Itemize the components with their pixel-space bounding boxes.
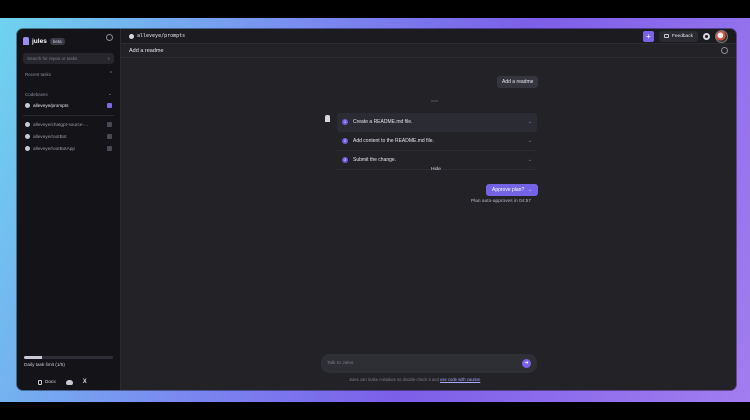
plan-step-1[interactable]: 1 Create a README.md file. ⌄ (337, 113, 537, 132)
jules-logo-icon (23, 37, 29, 45)
avatar[interactable] (715, 29, 728, 43)
repo-count-badge (107, 133, 112, 139)
sidebar-toggle-icon[interactable] (106, 34, 113, 41)
discord-icon[interactable] (65, 379, 73, 385)
brand-name: jules (32, 37, 47, 45)
plan-step-2[interactable]: 2 Add content to the README.md file. ⌄ (337, 132, 537, 151)
codebases-header[interactable]: Codebases ⌄ (23, 90, 114, 98)
sidebar-footer: Docs X (24, 379, 113, 385)
sidebar-repo-prompts[interactable]: alleveye/prompts (23, 100, 114, 110)
step-number: 1 (342, 119, 348, 125)
task-settings-icon[interactable] (721, 47, 728, 54)
daily-limit: Daily task limit (1/5) (24, 356, 113, 367)
brand[interactable]: jules beta (23, 33, 114, 49)
beta-badge: beta (49, 37, 65, 45)
sidebar: jules beta Search for repos or tasks ⌕ R… (17, 29, 121, 390)
docs-link[interactable]: Docs (38, 379, 56, 385)
repo-count-badge (107, 145, 112, 151)
repo-name: alleveye/rootBotApp (33, 145, 75, 151)
approve-plan-button[interactable]: Approve plan? → (486, 184, 539, 196)
top-bar: alleveye/prompts + Feedback (121, 29, 736, 44)
repo-name: alleveye/chatgpt-source-... (33, 121, 88, 127)
send-button[interactable]: ➜ (522, 359, 531, 368)
step-number: 3 (342, 157, 348, 163)
message-timestamp: now (431, 99, 438, 103)
search-input[interactable]: Search for repos or tasks ⌕ (23, 53, 114, 64)
plan-card: 1 Create a README.md file. ⌄ 2 Add conte… (337, 113, 537, 170)
task-title: Add a readme (129, 47, 164, 54)
github-icon (25, 121, 30, 127)
approve-label: Approve plan? (492, 187, 525, 193)
feedback-label: Feedback (671, 33, 693, 39)
chevron-up-icon: ^ (109, 71, 112, 77)
document-icon (38, 379, 42, 385)
sidebar-repo-rootbot[interactable]: alleveye/rootBot (23, 131, 114, 141)
repo-count-badge (107, 102, 112, 108)
task-header: Add a readme (121, 44, 736, 58)
disclaimer: Jules can make mistakes so double-check … (349, 377, 480, 382)
auto-approve-timer: Plan auto-approves in 04:57 (471, 199, 532, 204)
daily-limit-fill (24, 356, 42, 359)
codebases-label: Codebases (25, 91, 48, 97)
arrow-right-icon: → (527, 187, 533, 193)
hide-plan-link[interactable]: Hide (431, 167, 441, 172)
github-icon (25, 133, 30, 139)
step-text: Submit the change. (353, 157, 397, 163)
user-message: Add a readme (497, 76, 539, 88)
chevron-down-icon: ⌄ (527, 157, 532, 163)
feedback-button[interactable]: Feedback (658, 30, 698, 42)
caution-link[interactable]: use code with caution (440, 377, 480, 382)
recent-tasks-label: Recent tasks (25, 71, 52, 77)
search-placeholder: Search for repos or tasks (27, 56, 78, 61)
chat-input[interactable]: Talk to Jules ➜ (321, 354, 537, 373)
divider (23, 115, 114, 116)
new-task-button[interactable]: + (642, 30, 654, 42)
gear-icon[interactable] (703, 32, 710, 40)
sidebar-repo-chatgpt-source[interactable]: alleveye/chatgpt-source-... (23, 119, 114, 129)
search-icon: ⌕ (107, 56, 110, 61)
github-icon (25, 102, 30, 108)
jules-avatar-icon (325, 115, 330, 122)
disclaimer-text: Jules can make mistakes so double-check … (349, 377, 441, 382)
step-text: Add content to the README.md file. (353, 138, 434, 144)
step-number: 2 (342, 138, 348, 144)
repo-name: alleveye/prompts (33, 102, 69, 108)
chevron-down-icon: ⌄ (527, 138, 532, 144)
recent-tasks-header[interactable]: Recent tasks ^ (23, 70, 114, 78)
top-actions: + Feedback (642, 29, 728, 43)
step-text: Create a README.md file. (353, 119, 413, 125)
x-twitter-icon[interactable]: X (83, 379, 87, 385)
chevron-down-icon: ⌄ (107, 91, 112, 97)
chat-placeholder: Talk to Jules (327, 361, 354, 366)
github-icon (129, 33, 134, 39)
docs-label: Docs (45, 379, 56, 385)
repo-name: alleveye/rootBot (33, 133, 67, 139)
github-icon (25, 145, 30, 151)
daily-limit-bar (24, 356, 113, 359)
repo-count-badge (107, 121, 112, 127)
repo-breadcrumb[interactable]: alleveye/prompts (137, 33, 185, 39)
sidebar-repo-rootbotapp[interactable]: alleveye/rootBotApp (23, 143, 114, 153)
chevron-down-icon: ⌄ (527, 119, 532, 125)
app-window: jules beta Search for repos or tasks ⌕ R… (17, 29, 736, 390)
feedback-icon (663, 34, 669, 38)
daily-limit-text: Daily task limit (1/5) (24, 362, 65, 367)
main-panel: alleveye/prompts + Feedback Add a readme… (121, 29, 736, 390)
